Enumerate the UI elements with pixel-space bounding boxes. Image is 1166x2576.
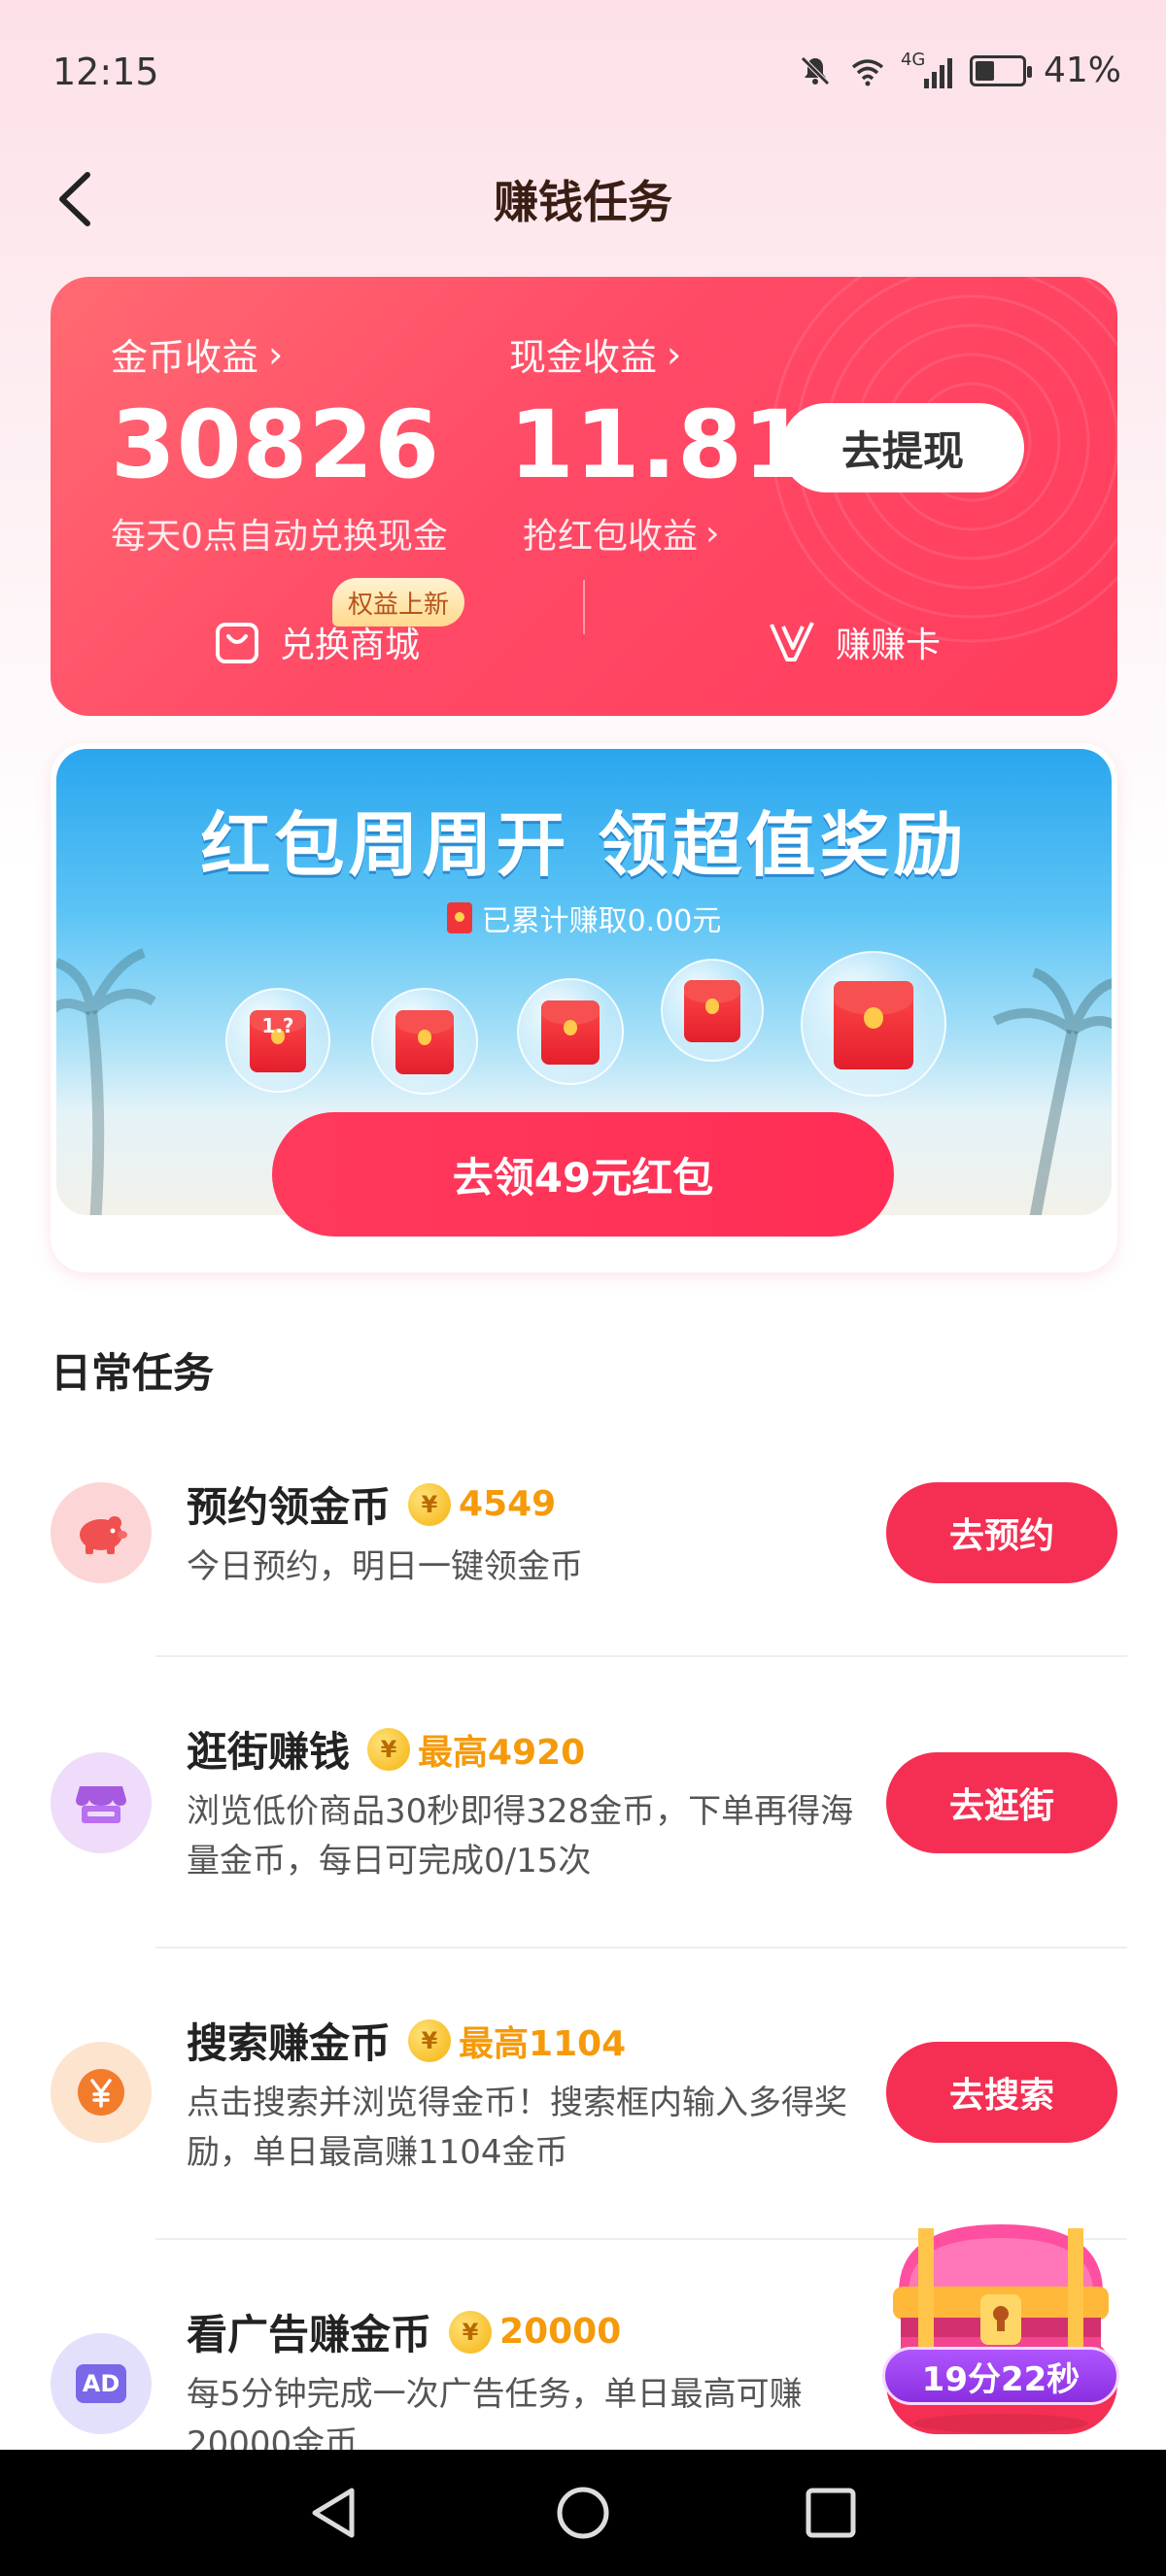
task-reward: 20000 <box>499 2312 622 2352</box>
palm-tree-icon <box>992 967 1112 1215</box>
task-icon-bg <box>51 1482 152 1583</box>
coin-earnings[interactable]: 金币收益 › 30826 <box>111 327 440 500</box>
task-reward: 最高4920 <box>418 1732 586 1773</box>
divider <box>155 1947 1127 1949</box>
ad-icon: AD <box>76 2364 126 2403</box>
claim-red-packet-button[interactable]: 去领49元红包 <box>272 1112 894 1237</box>
red-envelope-icon: 1.? <box>249 1009 307 1073</box>
cash-earnings-label: 现金收益 <box>509 336 658 379</box>
v-card-icon <box>770 622 814 661</box>
red-packet-earnings-link[interactable]: 抢红包收益 › <box>523 508 719 559</box>
divider <box>583 580 585 634</box>
nav-back-icon[interactable] <box>301 2479 369 2547</box>
battery-icon <box>969 54 1032 86</box>
chevron-right-icon: › <box>268 332 284 376</box>
gold-coin-icon: ¥ <box>449 2310 493 2354</box>
red-envelope-icon <box>684 980 740 1042</box>
task-title: 逛街赚钱 <box>187 1728 351 1776</box>
chevron-right-icon: › <box>667 332 682 376</box>
piggy-bank-icon <box>80 1516 127 1554</box>
shop-icon <box>76 1786 126 1823</box>
search-button[interactable]: 去搜索 <box>886 2042 1117 2143</box>
task-reward: 最高1104 <box>459 2023 627 2064</box>
shopping-bag-icon <box>216 623 258 663</box>
cash-earnings[interactable]: 现金收益 › 11.81 <box>509 327 809 500</box>
daily-tasks-title: 日常任务 <box>51 1349 215 1397</box>
coin-earnings-label: 金币收益 <box>111 336 259 379</box>
task-description: 浏览低价商品30秒即得328金币，下单再得海量金币，每日可完成0/15次 <box>187 1792 854 1881</box>
task-description: 今日预约，明日一键领金币 <box>187 1547 583 1586</box>
nav-home-icon[interactable] <box>549 2479 617 2547</box>
task-title: 看广告赚金币 <box>187 2311 432 2358</box>
palm-tree-icon <box>56 948 156 1215</box>
envelope-mark: 1.? <box>261 1013 294 1037</box>
page-title: 赚钱任务 <box>494 176 672 228</box>
exchange-shop-link[interactable]: 兑换商城 <box>214 617 420 667</box>
red-packet-earnings-label: 抢红包收益 <box>523 517 699 557</box>
bell-muted-icon <box>801 55 830 85</box>
chest-timer: 19分22秒 <box>882 2347 1119 2405</box>
gold-coin-icon: ¥ <box>408 1482 452 1526</box>
coin-earnings-note: 每天0点自动兑换现金 <box>111 517 448 557</box>
task-title: 预约领金币 <box>187 1483 392 1531</box>
network-type: 4G <box>900 49 926 70</box>
earnings-card: 金币收益 › 30826 每天0点自动兑换现金 现金收益 › 11.81 抢红包… <box>51 277 1117 716</box>
status-bar: 12:15 4G 41% <box>0 0 1166 146</box>
task-title: 搜索赚金币 <box>187 2019 392 2067</box>
red-envelope-icon <box>395 1010 454 1074</box>
exchange-shop-label: 兑换商城 <box>280 626 421 665</box>
task-icon-bg: AD <box>51 2333 152 2434</box>
status-time: 12:15 <box>52 51 159 93</box>
coin-earnings-value: 30826 <box>111 390 440 499</box>
red-envelope-bubble <box>371 988 478 1095</box>
red-envelope-icon <box>446 902 472 933</box>
task-reward: 4549 <box>459 1484 557 1524</box>
gold-coin-icon: ¥ <box>367 1727 411 1771</box>
divider <box>155 1655 1127 1657</box>
earn-card-link[interactable]: 赚赚卡 <box>768 617 941 667</box>
red-envelope-bubble <box>517 978 624 1085</box>
task-icon-bg <box>51 2042 152 2143</box>
wifi-icon <box>851 58 884 85</box>
task-icon-bg <box>51 1752 152 1853</box>
red-envelope-icon <box>541 1000 600 1065</box>
banner-title: 红包周周开 领超值奖励 <box>200 804 968 886</box>
battery-percent: 41% <box>1043 51 1121 90</box>
browse-shop-button[interactable]: 去逛街 <box>886 1752 1117 1853</box>
red-envelope-icon <box>834 981 913 1069</box>
red-envelope-bubble <box>661 959 764 1062</box>
battery-fill <box>975 60 994 81</box>
reserve-button[interactable]: 去预约 <box>886 1482 1117 1583</box>
nav-bar: 赚钱任务 <box>0 146 1166 253</box>
system-nav-bar <box>0 2450 1166 2576</box>
signal-icon: 4G <box>900 49 952 88</box>
cash-earnings-value: 11.81 <box>509 390 809 499</box>
red-packet-banner[interactable]: 红包周周开 领超值奖励 已累计赚取0.00元 1.? 去领49元红包 <box>51 743 1117 1272</box>
red-envelope-bubble: 1.? <box>225 988 330 1093</box>
task-description: 每5分钟完成一次广告任务，单日最高可赚20000金币 <box>187 2375 803 2450</box>
gold-coin-icon: ¥ <box>408 2018 452 2062</box>
nav-recents-icon[interactable] <box>797 2479 865 2547</box>
withdraw-button[interactable]: 去提现 <box>781 403 1024 492</box>
task-description: 点击搜索并浏览得金币！搜索框内输入多得奖励，单日最高赚1104金币 <box>187 2084 847 2172</box>
status-icons: 4G 41% <box>798 49 1121 90</box>
red-envelope-bubble <box>801 951 946 1097</box>
banner-subtitle: 已累计赚取0.00元 <box>56 897 1112 939</box>
yuan-coin-icon <box>78 2069 124 2116</box>
banner-earned-text: 已累计赚取0.00元 <box>481 904 722 938</box>
earn-card-label: 赚赚卡 <box>836 626 942 665</box>
chevron-right-icon: › <box>705 513 720 554</box>
